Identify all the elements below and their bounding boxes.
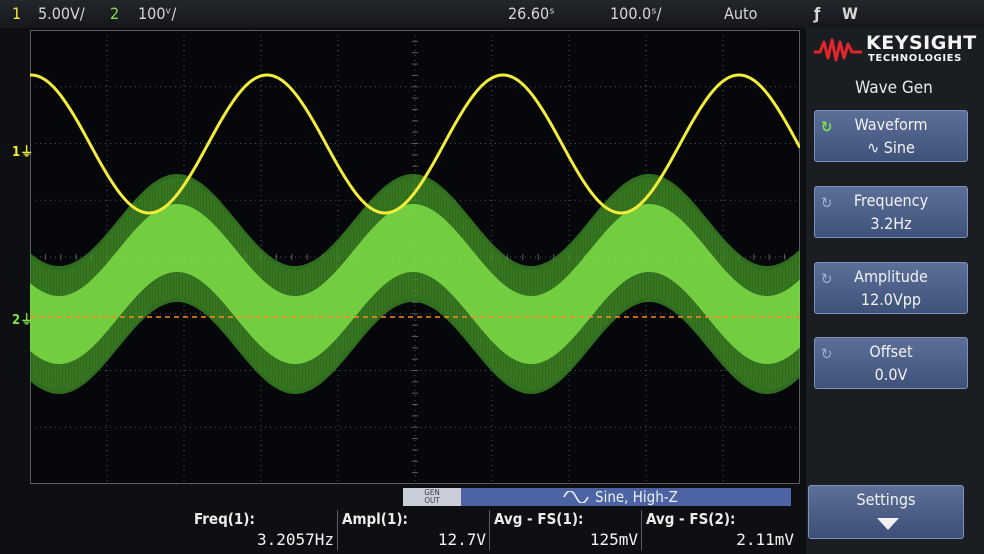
ground-icon: ⏚ bbox=[20, 313, 34, 328]
ch2-scale[interactable]: 100ᵛ/ bbox=[138, 0, 176, 28]
measurement-avg-fs2[interactable]: Avg - FS(2): 2.11mV bbox=[642, 508, 798, 554]
softkey-value: 0.0V bbox=[874, 365, 908, 384]
menu-title: Wave Gen bbox=[855, 78, 933, 98]
keysight-logo: KEYSIGHT TECHNOLOGIES bbox=[814, 32, 976, 72]
amplitude-softkey[interactable]: ↻ Amplitude 12.0Vpp bbox=[814, 262, 968, 314]
sine-icon bbox=[563, 490, 589, 504]
settings-button[interactable]: Settings bbox=[808, 485, 964, 539]
wavegen-summary: Sine, High-Z bbox=[563, 488, 678, 506]
ch1-marker-label: 1 bbox=[12, 145, 21, 160]
ch1-scale[interactable]: 5.00V/ bbox=[38, 0, 85, 28]
softkey-value: ∿ Sine bbox=[867, 138, 915, 157]
measurement-label: Avg - FS(1): bbox=[494, 510, 584, 528]
gen-out-badge: GEN OUT bbox=[403, 488, 461, 506]
softkey-label: Frequency bbox=[853, 191, 929, 210]
softkey-label: Amplitude bbox=[854, 267, 928, 286]
keysight-wave-icon bbox=[814, 38, 862, 62]
waveform-softkey[interactable]: ↻ Waveform ∿ Sine bbox=[814, 110, 968, 162]
measurement-value: 3.2057Hz bbox=[256, 530, 334, 549]
wavegen-status-bar: GEN OUT Sine, High-Z bbox=[403, 488, 791, 506]
frequency-softkey[interactable]: ↻ Frequency 3.2Hz bbox=[814, 186, 968, 238]
status-bar: 1 5.00V/ 2 100ᵛ/ 26.60ˢ 100.0ˢ/ Auto ƒ W bbox=[0, 0, 984, 28]
softkey-value: 12.0Vpp bbox=[860, 290, 922, 309]
softkey-label: Offset bbox=[869, 342, 913, 361]
ground-icon: ⏚ bbox=[20, 145, 34, 160]
offset-softkey[interactable]: ↻ Offset 0.0V bbox=[814, 337, 968, 389]
graticule bbox=[30, 30, 800, 484]
ch1-number: 1 bbox=[12, 4, 22, 23]
measurement-value: 2.11mV bbox=[736, 530, 794, 549]
measurement-value: 125mV bbox=[589, 530, 638, 549]
trigger-source[interactable]: W bbox=[842, 0, 858, 28]
brand-name: KEYSIGHT bbox=[866, 32, 977, 54]
waveform-display[interactable] bbox=[30, 30, 800, 484]
brand-sub: TECHNOLOGIES bbox=[868, 53, 962, 64]
measurement-label: Freq(1): bbox=[194, 510, 255, 528]
settings-label: Settings bbox=[856, 490, 916, 509]
measurement-ampl[interactable]: Ampl(1): 12.7V bbox=[338, 508, 490, 554]
measurement-freq[interactable]: Freq(1): 3.2057Hz bbox=[190, 508, 338, 554]
softkey-label: Waveform bbox=[854, 115, 928, 134]
arrow-down-icon bbox=[877, 518, 899, 530]
measurement-label: Avg - FS(2): bbox=[646, 510, 736, 528]
ch2-number: 2 bbox=[110, 4, 120, 23]
measurement-label: Ampl(1): bbox=[342, 510, 408, 528]
ch2-ground-marker[interactable]: 2⏚ bbox=[12, 314, 33, 328]
time-scale[interactable]: 26.60ˢ bbox=[508, 0, 555, 28]
out-label: OUT bbox=[424, 496, 440, 505]
trigger-mode[interactable]: Auto bbox=[724, 0, 757, 28]
trigger-slope-icon: ƒ bbox=[814, 4, 821, 23]
measurement-value: 12.7V bbox=[437, 530, 486, 549]
time-delay[interactable]: 100.0ˢ/ bbox=[610, 0, 661, 28]
ch2-marker-label: 2 bbox=[12, 313, 21, 328]
measurement-avg-fs1[interactable]: Avg - FS(1): 125mV bbox=[490, 508, 642, 554]
wavegen-text: Sine, High-Z bbox=[595, 488, 678, 506]
softkey-value: 3.2Hz bbox=[870, 214, 912, 233]
ch1-ground-marker[interactable]: 1⏚ bbox=[12, 146, 33, 160]
